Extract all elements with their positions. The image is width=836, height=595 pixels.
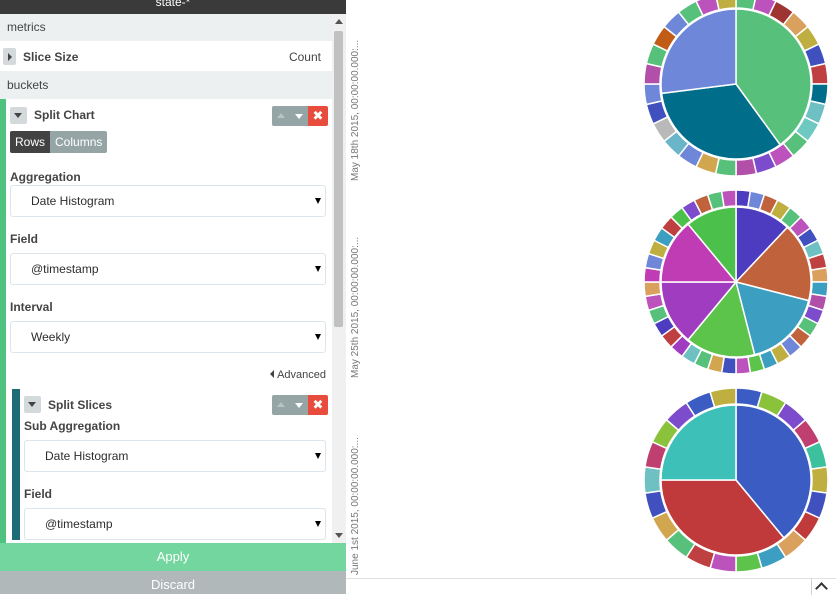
footer-divider xyxy=(811,579,812,595)
sidebar-scrollbar[interactable] xyxy=(332,14,346,543)
outer-slice[interactable] xyxy=(709,387,737,409)
dropdown-arrow-icon xyxy=(315,198,321,204)
collapse-caret-icon[interactable] xyxy=(24,396,41,413)
field-select-value: @timestamp xyxy=(31,262,99,276)
split-chart-title: Split Chart xyxy=(34,108,95,122)
sub-aggregation-select-value: Date Histogram xyxy=(45,449,129,463)
interval-select[interactable]: Weekly xyxy=(10,321,326,353)
slices-field-select-value: @timestamp xyxy=(45,517,113,531)
discard-button[interactable]: Discard xyxy=(0,571,346,594)
outer-slice[interactable] xyxy=(809,62,829,85)
dropdown-arrow-icon xyxy=(315,334,321,340)
split-chart-controls: ✖ xyxy=(272,106,328,126)
metric-slice-size[interactable]: Slice Size Count xyxy=(0,41,332,72)
outer-slice[interactable] xyxy=(735,157,758,177)
pie-chart-2 xyxy=(643,189,829,375)
advanced-label: Advanced xyxy=(277,369,326,381)
apply-button[interactable]: Apply xyxy=(0,543,346,571)
outer-slice[interactable] xyxy=(643,281,662,298)
slices-field-label: Field xyxy=(24,487,53,501)
visualization-area: May 18th 2015, 00:00:00.000:... May 25th… xyxy=(346,0,836,578)
pie-chart-3 xyxy=(643,387,829,573)
columns-button[interactable]: Columns xyxy=(50,131,108,153)
move-up-icon[interactable] xyxy=(272,395,290,415)
bucket-split-slices: Split Slices ✖ Sub Aggregation Date Hist… xyxy=(12,389,332,540)
aggregation-select[interactable]: Date Histogram xyxy=(10,185,326,217)
outer-slice[interactable] xyxy=(643,83,663,106)
field-select[interactable]: @timestamp xyxy=(10,253,326,285)
visualization-footer xyxy=(346,578,836,595)
move-down-icon[interactable] xyxy=(290,395,308,415)
aggregation-label: Aggregation xyxy=(10,170,81,184)
caret-left-icon xyxy=(270,370,275,378)
metric-title: Slice Size xyxy=(23,50,79,64)
split-slices-controls: ✖ xyxy=(272,395,328,415)
remove-icon[interactable]: ✖ xyxy=(308,395,328,415)
field-label: Field xyxy=(10,232,39,246)
outer-slice[interactable] xyxy=(720,189,737,208)
sidebar-scroll-area[interactable]: metrics Slice Size Count buckets Split C… xyxy=(0,14,332,543)
dropdown-arrow-icon xyxy=(315,521,321,527)
sub-aggregation-label: Sub Aggregation xyxy=(24,419,121,433)
collapse-caret-icon[interactable] xyxy=(10,107,27,124)
bucket-split-chart: Split Chart ✖ Rows Columns Aggregation D… xyxy=(0,99,332,543)
editor-sidebar: state-* metrics Slice Size Count buckets… xyxy=(0,0,346,594)
chevron-up-icon[interactable] xyxy=(815,582,828,595)
rows-button[interactable]: Rows xyxy=(10,131,51,153)
metrics-header: metrics xyxy=(0,14,332,41)
remove-icon[interactable]: ✖ xyxy=(308,106,328,126)
scrollbar-thumb[interactable] xyxy=(334,31,343,327)
slices-field-select[interactable]: @timestamp xyxy=(24,508,326,540)
scroll-down-arrow-icon[interactable] xyxy=(335,533,343,538)
move-up-icon[interactable] xyxy=(272,106,290,126)
pie-chart-1 xyxy=(643,0,829,177)
metric-value: Count xyxy=(288,50,321,64)
sidebar-title-bar: state-* xyxy=(0,0,346,14)
rows-columns-toggle: Rows Columns xyxy=(10,131,108,153)
move-down-icon[interactable] xyxy=(290,106,308,126)
outer-slice[interactable] xyxy=(810,466,829,494)
split-slices-header: Split Slices ✖ xyxy=(20,389,332,419)
expand-caret-icon[interactable] xyxy=(3,48,16,65)
dropdown-arrow-icon xyxy=(315,266,321,272)
sub-aggregation-select[interactable]: Date Histogram xyxy=(24,440,326,472)
interval-label: Interval xyxy=(10,300,53,314)
outer-slice[interactable] xyxy=(643,466,662,494)
outer-slice[interactable] xyxy=(735,551,763,573)
scroll-up-arrow-icon[interactable] xyxy=(335,19,343,24)
interval-select-value: Weekly xyxy=(31,330,71,344)
dropdown-arrow-icon xyxy=(315,453,321,459)
buckets-header: buckets xyxy=(0,72,332,99)
advanced-toggle[interactable]: Advanced xyxy=(6,369,332,381)
split-chart-header: Split Chart ✖ Rows Columns Aggregation xyxy=(6,99,332,185)
index-pattern-title: state-* xyxy=(155,0,191,9)
split-slices-title: Split Slices xyxy=(48,398,113,412)
outer-slice[interactable] xyxy=(810,266,829,283)
outer-slice[interactable] xyxy=(735,356,752,375)
pie-charts xyxy=(643,0,829,573)
aggregation-select-value: Date Histogram xyxy=(31,194,115,208)
